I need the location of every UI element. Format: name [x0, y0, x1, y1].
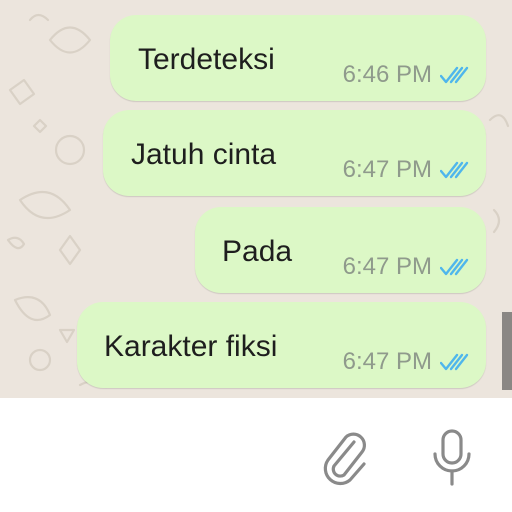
message-meta: 6:46 PM — [343, 63, 470, 87]
read-double-check-icon — [440, 353, 470, 371]
message-text: Pada — [222, 235, 293, 268]
scrollbar-thumb[interactable] — [502, 312, 512, 390]
read-double-check-icon — [440, 161, 470, 179]
message-timestamp: 6:47 PM — [342, 253, 432, 280]
message-meta: 6:47 PM — [343, 158, 470, 182]
read-double-check-icon — [440, 66, 470, 84]
message-text: Terdeteksi — [138, 43, 275, 76]
chat-area[interactable]: Terdeteksi 6:46 PM Jatuh cinta 6:47 PM P… — [0, 0, 512, 398]
outgoing-message-bubble[interactable]: Jatuh cinta 6:47 PM — [103, 110, 486, 196]
outgoing-message-bubble[interactable]: Terdeteksi 6:46 PM — [110, 15, 486, 101]
message-timestamp: 6:47 PM — [342, 156, 432, 183]
paperclip-icon[interactable] — [318, 428, 370, 486]
outgoing-message-bubble[interactable]: Karakter fiksi 6:47 PM — [77, 302, 486, 388]
message-timestamp: 6:47 PM — [342, 348, 432, 375]
read-double-check-icon — [440, 258, 470, 276]
message-text: Karakter fiksi — [104, 330, 278, 363]
message-meta: 6:47 PM — [343, 255, 470, 279]
microphone-icon[interactable] — [428, 428, 476, 488]
message-text: Jatuh cinta — [131, 138, 277, 171]
message-meta: 6:47 PM — [343, 350, 470, 374]
outgoing-message-bubble[interactable]: Pada 6:47 PM — [195, 207, 486, 293]
message-timestamp: 6:46 PM — [342, 61, 432, 88]
